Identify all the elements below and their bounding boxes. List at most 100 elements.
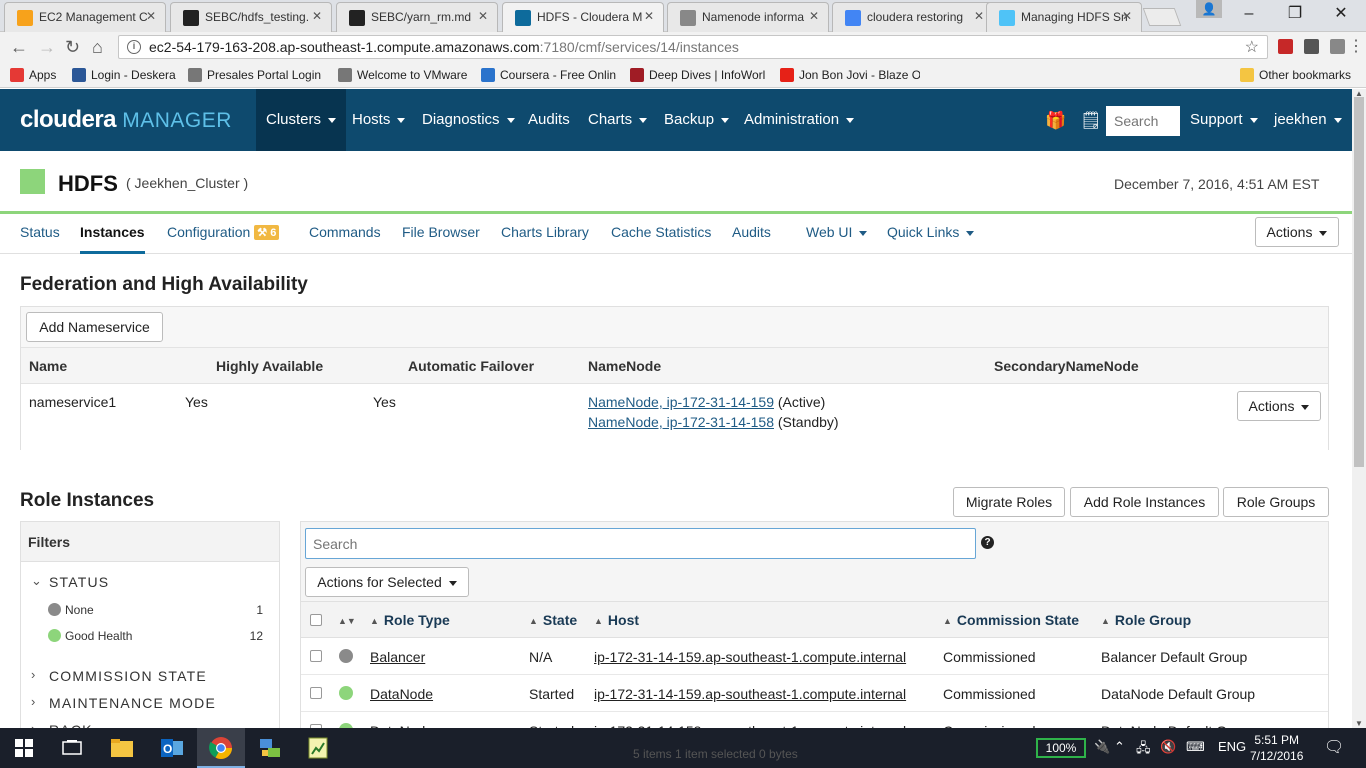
help-icon[interactable]: ? (981, 536, 994, 549)
notifications-icon[interactable]: 🗨 (1324, 737, 1344, 757)
filter-item[interactable]: Good Health 12 (48, 629, 263, 643)
search-history-icon[interactable]: 🗒 (1080, 111, 1102, 131)
network-icon[interactable]: 🖧 (1136, 739, 1151, 761)
back-icon[interactable]: ← (10, 37, 28, 57)
close-tab-icon[interactable]: ✕ (809, 9, 819, 23)
role-type-link[interactable]: Balancer (370, 649, 425, 665)
outlook-icon[interactable]: O (148, 728, 196, 768)
bookmark-item[interactable]: Login - Deskera (72, 68, 176, 82)
table-row[interactable]: Balancer N/A ip-172-31-14-159.ap-southeast… (301, 638, 1328, 675)
battery-indicator[interactable]: 100% (1036, 738, 1086, 758)
nav-charts[interactable]: Charts (578, 89, 657, 151)
column-role-type[interactable]: ▲ Role Type (370, 612, 450, 628)
forward-icon[interactable]: → (38, 37, 56, 57)
cloudera-logo[interactable]: cloudera MANAGER (20, 106, 232, 134)
close-tab-icon[interactable]: ✕ (644, 9, 654, 23)
role-type-link[interactable]: DataNode (370, 686, 433, 702)
tab-web-ui[interactable]: Web UI (806, 224, 868, 254)
scrollbar-thumb[interactable] (1354, 97, 1364, 467)
actions-for-selected-button[interactable]: Actions for Selected (305, 567, 469, 597)
file-explorer-icon[interactable] (98, 728, 146, 768)
select-all-checkbox[interactable] (310, 614, 322, 626)
bookmark-star-icon[interactable]: ☆ (1245, 37, 1259, 57)
bookmark-item[interactable]: Presales Portal Login (188, 68, 321, 82)
header-search-input[interactable] (1106, 106, 1180, 136)
home-icon[interactable]: ⌂ (92, 37, 103, 57)
nav-hosts[interactable]: Hosts (342, 89, 415, 151)
column-host[interactable]: ▲ Host (594, 612, 639, 628)
row-checkbox[interactable] (310, 650, 322, 662)
tab-commands[interactable]: Commands (309, 224, 381, 254)
network-app-icon[interactable] (246, 728, 294, 768)
browser-tab[interactable]: SEBC/yarn_rm.md ✕ (336, 2, 498, 32)
user-menu[interactable]: jeekhen (1264, 89, 1352, 151)
volume-muted-icon[interactable]: 🔇 (1160, 739, 1176, 755)
role-host-link[interactable]: ip-172-31-14-159.ap-southeast-1.compute.… (594, 686, 906, 702)
close-tab-icon[interactable]: ✕ (478, 9, 488, 23)
filter-commission-state[interactable]: › COMMISSION STATE (31, 667, 207, 684)
windows-start-icon[interactable] (0, 728, 48, 768)
address-bar[interactable]: i ec2-54-179-163-208.ap-southeast-1.comp… (118, 35, 1268, 59)
site-info-icon[interactable]: i (127, 40, 141, 54)
browser-tab[interactable]: Managing HDFS Sn ✕ (986, 2, 1142, 32)
table-row[interactable]: DataNode Started ip-172-31-14-159.ap-south… (301, 675, 1328, 712)
service-actions-button[interactable]: Actions (1255, 217, 1339, 247)
migrate-roles-button[interactable]: Migrate Roles (953, 487, 1065, 517)
chrome-taskbar-icon[interactable] (197, 728, 245, 768)
bookmark-item[interactable]: Deep Dives | InfoWorl (630, 68, 765, 82)
cluster-link[interactable]: ( Jeekhen_Cluster ) (126, 175, 248, 191)
bookmark-item[interactable]: Coursera - Free Onlin (481, 68, 616, 82)
minimize-icon[interactable]: – (1226, 0, 1272, 28)
extension-icon[interactable] (1330, 39, 1345, 54)
profile-icon[interactable]: 👤 (1196, 0, 1222, 18)
maximize-icon[interactable]: ❐ (1272, 0, 1318, 28)
keyboard-icon[interactable]: ⌨ (1186, 739, 1205, 755)
extension-icon[interactable] (1304, 39, 1319, 54)
role-groups-button[interactable]: Role Groups (1223, 487, 1329, 517)
nav-audits[interactable]: Audits (518, 89, 580, 151)
page-scrollbar[interactable]: ▲ ▼ (1352, 89, 1366, 728)
role-host-link[interactable]: ip-172-31-14-159.ap-southeast-1.compute.… (594, 649, 906, 665)
tab-quick-links[interactable]: Quick Links (887, 224, 975, 254)
tab-instances[interactable]: Instances (80, 224, 145, 254)
scroll-down-icon[interactable]: ▼ (1355, 719, 1363, 728)
tab-charts-library[interactable]: Charts Library (501, 224, 589, 254)
nav-administration[interactable]: Administration (734, 89, 864, 151)
column-commission-state[interactable]: ▲ Commission State (943, 612, 1079, 628)
other-bookmarks[interactable]: Other bookmarks (1240, 68, 1351, 82)
filter-status[interactable]: ⌄ STATUS (31, 573, 109, 590)
system-clock[interactable]: 5:51 PM 7/12/2016 (1250, 732, 1303, 764)
browser-tab[interactable]: Namenode informa ✕ (667, 2, 829, 32)
gift-icon[interactable]: 🎁 (1045, 111, 1066, 131)
tab-cache-statistics[interactable]: Cache Statistics (611, 224, 711, 254)
role-search-input[interactable] (305, 528, 976, 559)
column-role-group[interactable]: ▲ Role Group (1101, 612, 1191, 628)
tab-configuration[interactable]: Configuration ⚒ 6 (167, 224, 280, 254)
nav-backup[interactable]: Backup (654, 89, 739, 151)
filter-maintenance-mode[interactable]: › MAINTENANCE MODE (31, 694, 216, 711)
power-plug-icon[interactable]: 🔌 (1094, 739, 1110, 755)
tab-status[interactable]: Status (20, 224, 60, 254)
language-indicator[interactable]: ENG (1218, 739, 1246, 754)
tab-file-browser[interactable]: File Browser (402, 224, 480, 254)
new-tab-button[interactable] (1142, 8, 1182, 26)
filter-item[interactable]: None 1 (48, 603, 263, 617)
namenode-active-link[interactable]: NameNode, ip-172-31-14-159 (588, 394, 774, 410)
sort-status-icon[interactable]: ▲▼ (338, 612, 361, 628)
column-state[interactable]: ▲ State (529, 612, 577, 628)
tab-audits[interactable]: Audits (732, 224, 771, 254)
nameservice-actions-button[interactable]: Actions (1237, 391, 1321, 421)
nav-clusters[interactable]: Clusters (256, 89, 347, 151)
tray-expand-icon[interactable]: ⌃ (1114, 739, 1125, 755)
row-checkbox[interactable] (310, 687, 322, 699)
bookmark-item[interactable]: Apps (10, 68, 56, 82)
browser-tab[interactable]: cloudera restoring ✕ (832, 2, 994, 32)
browser-tab[interactable]: SEBC/hdfs_testing. ✕ (170, 2, 332, 32)
add-role-instances-button[interactable]: Add Role Instances (1070, 487, 1219, 517)
close-tab-icon[interactable]: ✕ (974, 9, 984, 23)
browser-tab[interactable]: HDFS - Cloudera M ✕ (502, 2, 664, 32)
close-window-icon[interactable]: ✕ (1318, 0, 1364, 28)
namenode-standby-link[interactable]: NameNode, ip-172-31-14-158 (588, 414, 774, 430)
task-view-icon[interactable] (48, 728, 96, 768)
extension-icon[interactable] (1278, 39, 1293, 54)
